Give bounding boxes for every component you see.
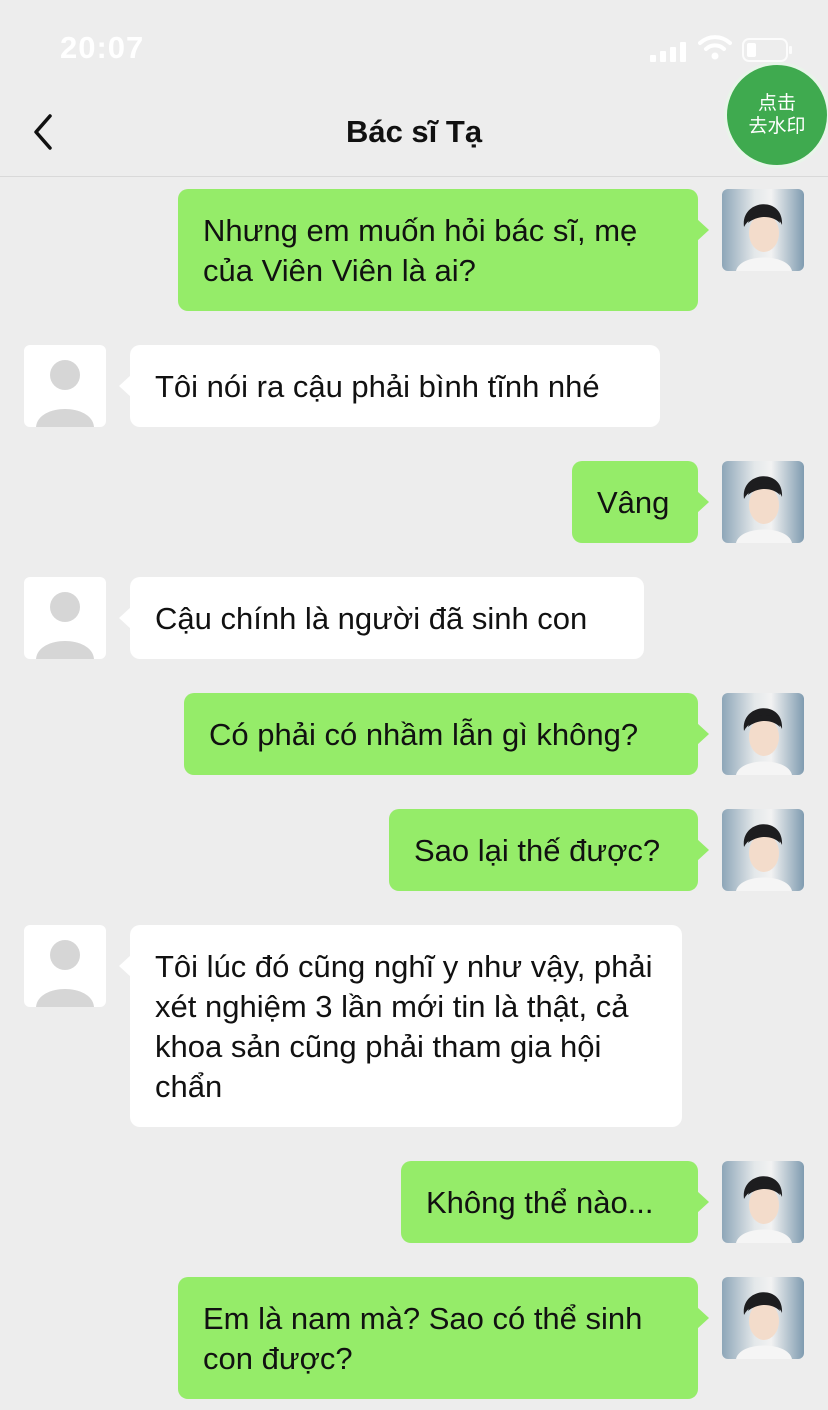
avatar[interactable] xyxy=(722,189,804,271)
avatar[interactable] xyxy=(24,925,106,1007)
message-bubble[interactable]: Tôi lúc đó cũng nghĩ y như vậy, phải xét… xyxy=(119,925,682,1127)
remove-watermark-label-line1: 点击 xyxy=(757,92,796,114)
message-bubble[interactable]: Không thể nào... xyxy=(401,1161,709,1243)
battery-icon xyxy=(742,38,792,62)
wifi-icon xyxy=(698,35,732,60)
message-bubble[interactable]: Nhưng em muốn hỏi bác sĩ, mẹ của Viên Vi… xyxy=(178,189,709,311)
chat-title: Bác sĩ Tạ xyxy=(345,114,483,149)
avatar[interactable] xyxy=(722,809,804,891)
avatar[interactable] xyxy=(722,1277,804,1359)
avatar[interactable] xyxy=(24,345,106,427)
remove-watermark-label-line2: 去水印 xyxy=(748,115,806,137)
message-bubble[interactable]: Tôi nói ra cậu phải bình tĩnh nhé xyxy=(119,345,660,427)
message-bubble[interactable]: Cậu chính là người đã sinh con xyxy=(119,577,644,659)
message-bubble[interactable]: Có phải có nhầm lẫn gì không? xyxy=(184,693,709,775)
avatar[interactable] xyxy=(722,1161,804,1243)
remove-watermark-button[interactable]: 点击 去水印 xyxy=(724,62,828,168)
message-bubble[interactable]: Em là nam mà? Sao có thể sinh con được? xyxy=(178,1277,709,1399)
message-bubble[interactable]: Sao lại thế được? xyxy=(389,809,709,891)
navigation-bar: Bác sĩ Tạ xyxy=(0,90,828,177)
avatar[interactable] xyxy=(722,693,804,775)
avatar[interactable] xyxy=(24,577,106,659)
avatar[interactable] xyxy=(722,461,804,543)
status-bar: 20:07 xyxy=(0,0,828,90)
message-bubble[interactable]: Vâng xyxy=(572,461,709,543)
cellular-signal-icon xyxy=(650,42,686,62)
status-time: 20:07 xyxy=(60,30,145,65)
